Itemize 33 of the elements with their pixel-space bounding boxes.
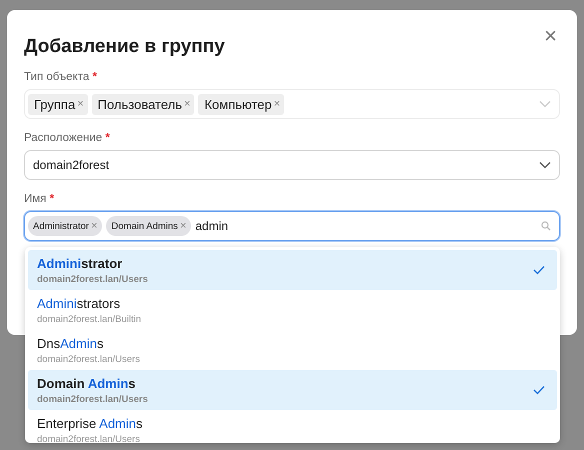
option-name: Administrators bbox=[37, 296, 122, 310]
dropdown-option[interactable]: DnsAdmins domain2forest.lan/Users bbox=[28, 330, 557, 370]
option-path: domain2forest.lan/Builtin bbox=[37, 314, 142, 324]
check-icon bbox=[533, 265, 545, 275]
option-path: domain2forest.lan/Users bbox=[37, 354, 140, 364]
dropdown-option[interactable]: Enterprise Admins domain2forest.lan/Users bbox=[28, 410, 557, 443]
tag-label: Administrator bbox=[33, 220, 89, 232]
chevron-down-icon bbox=[539, 100, 551, 108]
option-name: DnsAdmins bbox=[37, 336, 104, 350]
field-label: Расположение * bbox=[24, 132, 111, 144]
select-field[interactable]: domain2forest bbox=[24, 150, 560, 180]
option-path: domain2forest.lan/Users bbox=[37, 274, 148, 284]
dropdown-option[interactable]: Domain Admins domain2forest.lan/Users bbox=[28, 370, 557, 410]
tag-label: Пользователь bbox=[98, 96, 182, 112]
tag-label: Группа bbox=[34, 96, 76, 112]
tag-label: Domain Admins bbox=[111, 220, 178, 232]
option-name: Administrator bbox=[37, 256, 124, 270]
search-icon bbox=[541, 221, 551, 231]
dialog-title: Добавление в группу bbox=[24, 36, 225, 58]
option-name: Domain Admins bbox=[37, 376, 136, 390]
field-label: Тип объекта * bbox=[24, 71, 98, 83]
search-text: admin bbox=[195, 219, 228, 233]
tag-label: Компьютер bbox=[204, 96, 272, 112]
dropdown-option[interactable]: Administrators domain2forest.lan/Builtin bbox=[28, 290, 557, 330]
option-path: domain2forest.lan/Users bbox=[37, 394, 148, 404]
option-path: domain2forest.lan/Users bbox=[37, 434, 141, 443]
chevron-down-icon bbox=[539, 161, 551, 169]
dropdown-option[interactable]: Administrator domain2forest.lan/Users bbox=[28, 250, 557, 290]
option-name: Enterprise Admins bbox=[37, 416, 143, 430]
field-label: Имя * bbox=[24, 193, 56, 205]
select-value: domain2forest bbox=[33, 158, 110, 172]
close-button[interactable]: × bbox=[542, 26, 559, 46]
check-icon bbox=[533, 385, 545, 395]
